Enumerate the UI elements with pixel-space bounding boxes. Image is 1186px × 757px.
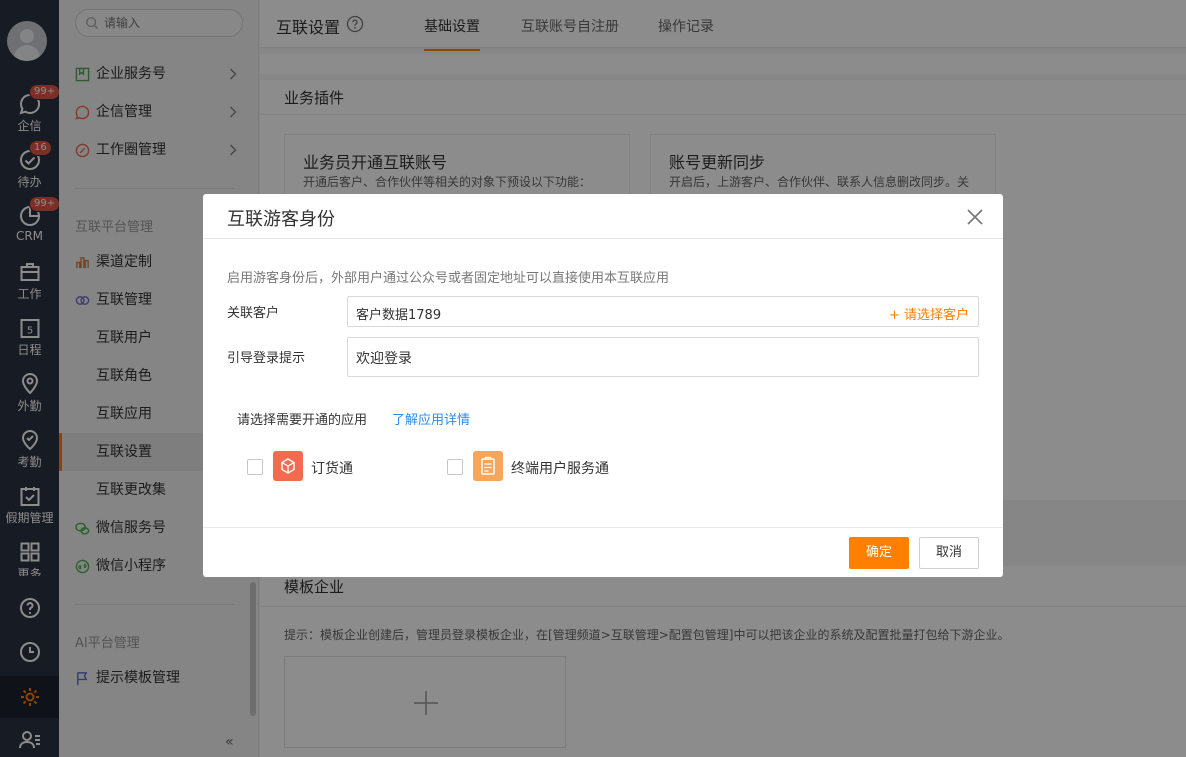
customer-field[interactable]: 客户数据1789 + 请选择客户: [347, 296, 979, 327]
close-icon[interactable]: [965, 207, 985, 227]
app-details-link[interactable]: 了解应用详情: [392, 409, 470, 428]
dialog-description: 启用游客身份后，外部用户通过公众号或者固定地址可以直接使用本互联应用: [227, 271, 670, 286]
apps-label: 请选择需要开通的应用: [237, 413, 368, 428]
customer-label: 关联客户: [227, 306, 280, 321]
customer-value: 客户数据1789: [356, 308, 442, 323]
login-hint-label: 引导登录提示: [227, 351, 306, 366]
clipboard-icon: [473, 451, 503, 481]
dialog-footer: 确定 取消: [203, 527, 1003, 577]
cube-icon: [273, 451, 303, 481]
login-hint-field[interactable]: [347, 337, 979, 377]
app-option-terminal-service[interactable]: 终端用户服务通: [447, 451, 667, 483]
app-checkbox[interactable]: [447, 459, 463, 475]
confirm-button[interactable]: 确定: [849, 537, 909, 569]
dialog-header: 互联游客身份: [203, 194, 1003, 239]
select-customer-link[interactable]: + 请选择客户: [889, 304, 969, 323]
app-checkbox[interactable]: [247, 459, 263, 475]
login-hint-input[interactable]: [356, 348, 956, 368]
app-option-ordering[interactable]: 订货通: [247, 451, 407, 483]
guest-identity-dialog: 互联游客身份 启用游客身份后，外部用户通过公众号或者固定地址可以直接使用本互联应…: [203, 194, 1003, 577]
dialog-title: 互联游客身份: [227, 209, 335, 230]
app-name: 终端用户服务通: [511, 461, 609, 477]
app-name: 订货通: [311, 461, 353, 477]
cancel-button[interactable]: 取消: [919, 537, 979, 569]
